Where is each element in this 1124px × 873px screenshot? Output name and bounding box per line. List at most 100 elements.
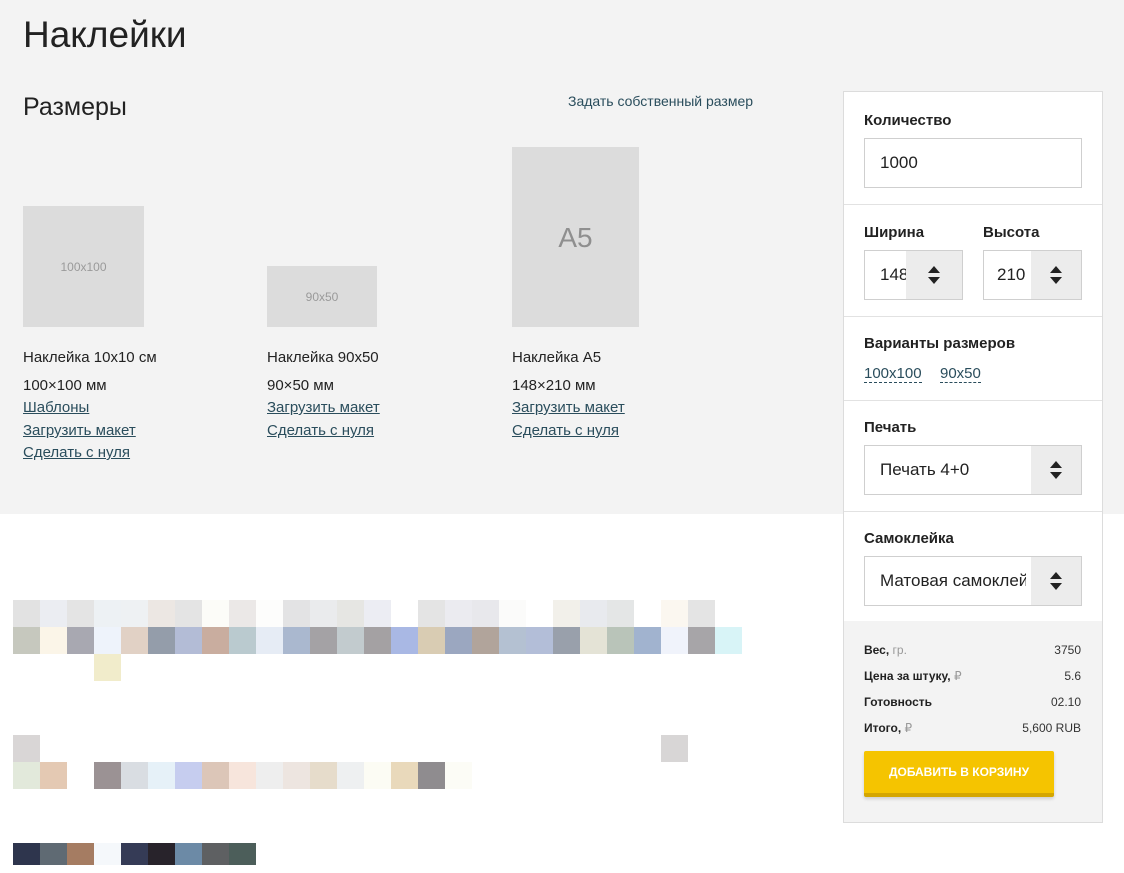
product-thumb-100x100[interactable]: 100x100 xyxy=(23,206,144,327)
pixel-swatch xyxy=(310,762,337,789)
pixel-swatch xyxy=(445,600,472,627)
pixel-swatch xyxy=(94,654,121,681)
templates-link[interactable]: Шаблоны xyxy=(23,399,89,416)
height-spinner[interactable] xyxy=(1031,251,1081,299)
pixel-swatch xyxy=(175,600,202,627)
pixel-swatch xyxy=(13,843,40,865)
ruble-icon: ₽ xyxy=(953,669,962,683)
upload-layout-link[interactable]: Загрузить макет xyxy=(512,399,625,416)
summary-ready: Готовность 02.10 xyxy=(864,695,1081,709)
print-value: Печать 4+0 xyxy=(880,460,970,479)
pixel-swatch xyxy=(364,627,391,654)
print-select[interactable]: Печать 4+0 xyxy=(864,445,1082,495)
quantity-section: Количество 1000 xyxy=(844,92,1102,205)
price-value: 5.6 xyxy=(1064,669,1081,683)
summary-price: Цена за штуку, ₽ 5.6 xyxy=(864,669,1081,683)
width-label: Ширина xyxy=(864,224,925,241)
pixel-swatch xyxy=(364,762,391,789)
pixel-swatch xyxy=(391,627,418,654)
arrow-up-icon[interactable] xyxy=(928,266,940,273)
add-to-cart-button[interactable]: ДОБАВИТЬ В КОРЗИНУ xyxy=(864,751,1054,797)
print-label: Печать xyxy=(864,419,917,436)
variant-90x50[interactable]: 90x50 xyxy=(940,365,981,383)
print-section: Печать Печать 4+0 xyxy=(844,400,1102,512)
pixel-swatch xyxy=(418,627,445,654)
pixel-swatch xyxy=(13,627,40,654)
pixel-swatch xyxy=(337,627,364,654)
pixel-swatch xyxy=(472,600,499,627)
pixel-swatch xyxy=(229,627,256,654)
pixel-swatch xyxy=(175,762,202,789)
material-section: Самоклейка Матовая самоклейка xyxy=(844,511,1102,622)
material-select-arrows[interactable] xyxy=(1031,557,1081,605)
pixel-swatch xyxy=(94,627,121,654)
pixel-swatch xyxy=(229,843,256,865)
width-stepper[interactable]: 148 xyxy=(864,250,963,300)
pixel-swatch xyxy=(310,627,337,654)
pixel-swatch xyxy=(661,600,688,627)
pixel-swatch xyxy=(580,627,607,654)
arrow-down-icon[interactable] xyxy=(1050,277,1062,284)
create-from-scratch-link[interactable]: Сделать с нуля xyxy=(267,422,374,439)
arrow-down-icon xyxy=(1050,583,1062,590)
pixel-swatch xyxy=(418,762,445,789)
create-from-scratch-link[interactable]: Сделать с нуля xyxy=(23,444,130,461)
arrow-up-icon[interactable] xyxy=(1050,266,1062,273)
pixel-swatch xyxy=(445,762,472,789)
upload-layout-link[interactable]: Загрузить макет xyxy=(23,422,136,439)
pixel-swatch xyxy=(121,600,148,627)
quantity-input[interactable]: 1000 xyxy=(864,138,1082,188)
pixel-swatch xyxy=(499,600,526,627)
arrow-down-icon[interactable] xyxy=(928,277,940,284)
pixel-swatch xyxy=(499,627,526,654)
pixel-swatch xyxy=(283,600,310,627)
create-from-scratch-link[interactable]: Сделать с нуля xyxy=(512,422,619,439)
weight-label: Вес, xyxy=(864,643,890,657)
pixel-swatch xyxy=(229,600,256,627)
pixel-swatch xyxy=(283,627,310,654)
pixel-swatch xyxy=(607,627,634,654)
width-spinner[interactable] xyxy=(906,251,962,299)
pixel-swatch xyxy=(121,843,148,865)
pixel-swatch xyxy=(229,762,256,789)
sizes-title: Размеры xyxy=(23,93,127,121)
pixel-swatch xyxy=(148,627,175,654)
product-name: Наклейка 10x10 см xyxy=(23,349,157,366)
custom-size-link[interactable]: Задать собственный размер xyxy=(568,93,753,109)
product-thumb-a5[interactable]: A5 xyxy=(512,147,639,327)
pixel-swatch xyxy=(715,627,742,654)
pixel-swatch xyxy=(256,762,283,789)
pixel-swatch xyxy=(661,627,688,654)
quantity-label: Количество xyxy=(864,112,952,129)
thumb-label: 100x100 xyxy=(60,259,107,274)
pixel-swatch xyxy=(391,762,418,789)
variant-100x100[interactable]: 100x100 xyxy=(864,365,922,383)
pixel-swatch xyxy=(67,843,94,865)
material-label: Самоклейка xyxy=(864,530,954,547)
pixel-swatch xyxy=(445,627,472,654)
pixel-swatch xyxy=(67,627,94,654)
summary-total: Итого, ₽ 5,600 RUB xyxy=(864,721,1081,735)
upload-layout-link[interactable]: Загрузить макет xyxy=(267,399,380,416)
product-thumb-90x50[interactable]: 90x50 xyxy=(267,266,377,327)
height-label: Высота xyxy=(983,224,1040,241)
pixel-swatch xyxy=(634,627,661,654)
thumb-label: A5 xyxy=(558,222,593,253)
pixel-swatch xyxy=(580,600,607,627)
variants-section: Варианты размеров 100x100 90x50 xyxy=(844,316,1102,401)
arrow-up-icon xyxy=(1050,461,1062,468)
material-select[interactable]: Матовая самоклейка xyxy=(864,556,1082,606)
pixel-swatch xyxy=(310,600,337,627)
product-dims: 100×100 мм xyxy=(23,377,107,394)
arrow-up-icon xyxy=(1050,572,1062,579)
print-select-arrows[interactable] xyxy=(1031,446,1081,494)
pixel-swatch xyxy=(40,843,67,865)
product-dims: 90×50 мм xyxy=(267,377,334,394)
pixel-swatch xyxy=(40,762,67,789)
total-value: 5,600 RUB xyxy=(1022,721,1081,735)
height-stepper[interactable]: 210 xyxy=(983,250,1082,300)
pixel-swatch xyxy=(202,762,229,789)
height-value: 210 xyxy=(997,265,1026,284)
pixel-swatch xyxy=(202,627,229,654)
material-value: Матовая самоклейка xyxy=(880,571,1026,590)
